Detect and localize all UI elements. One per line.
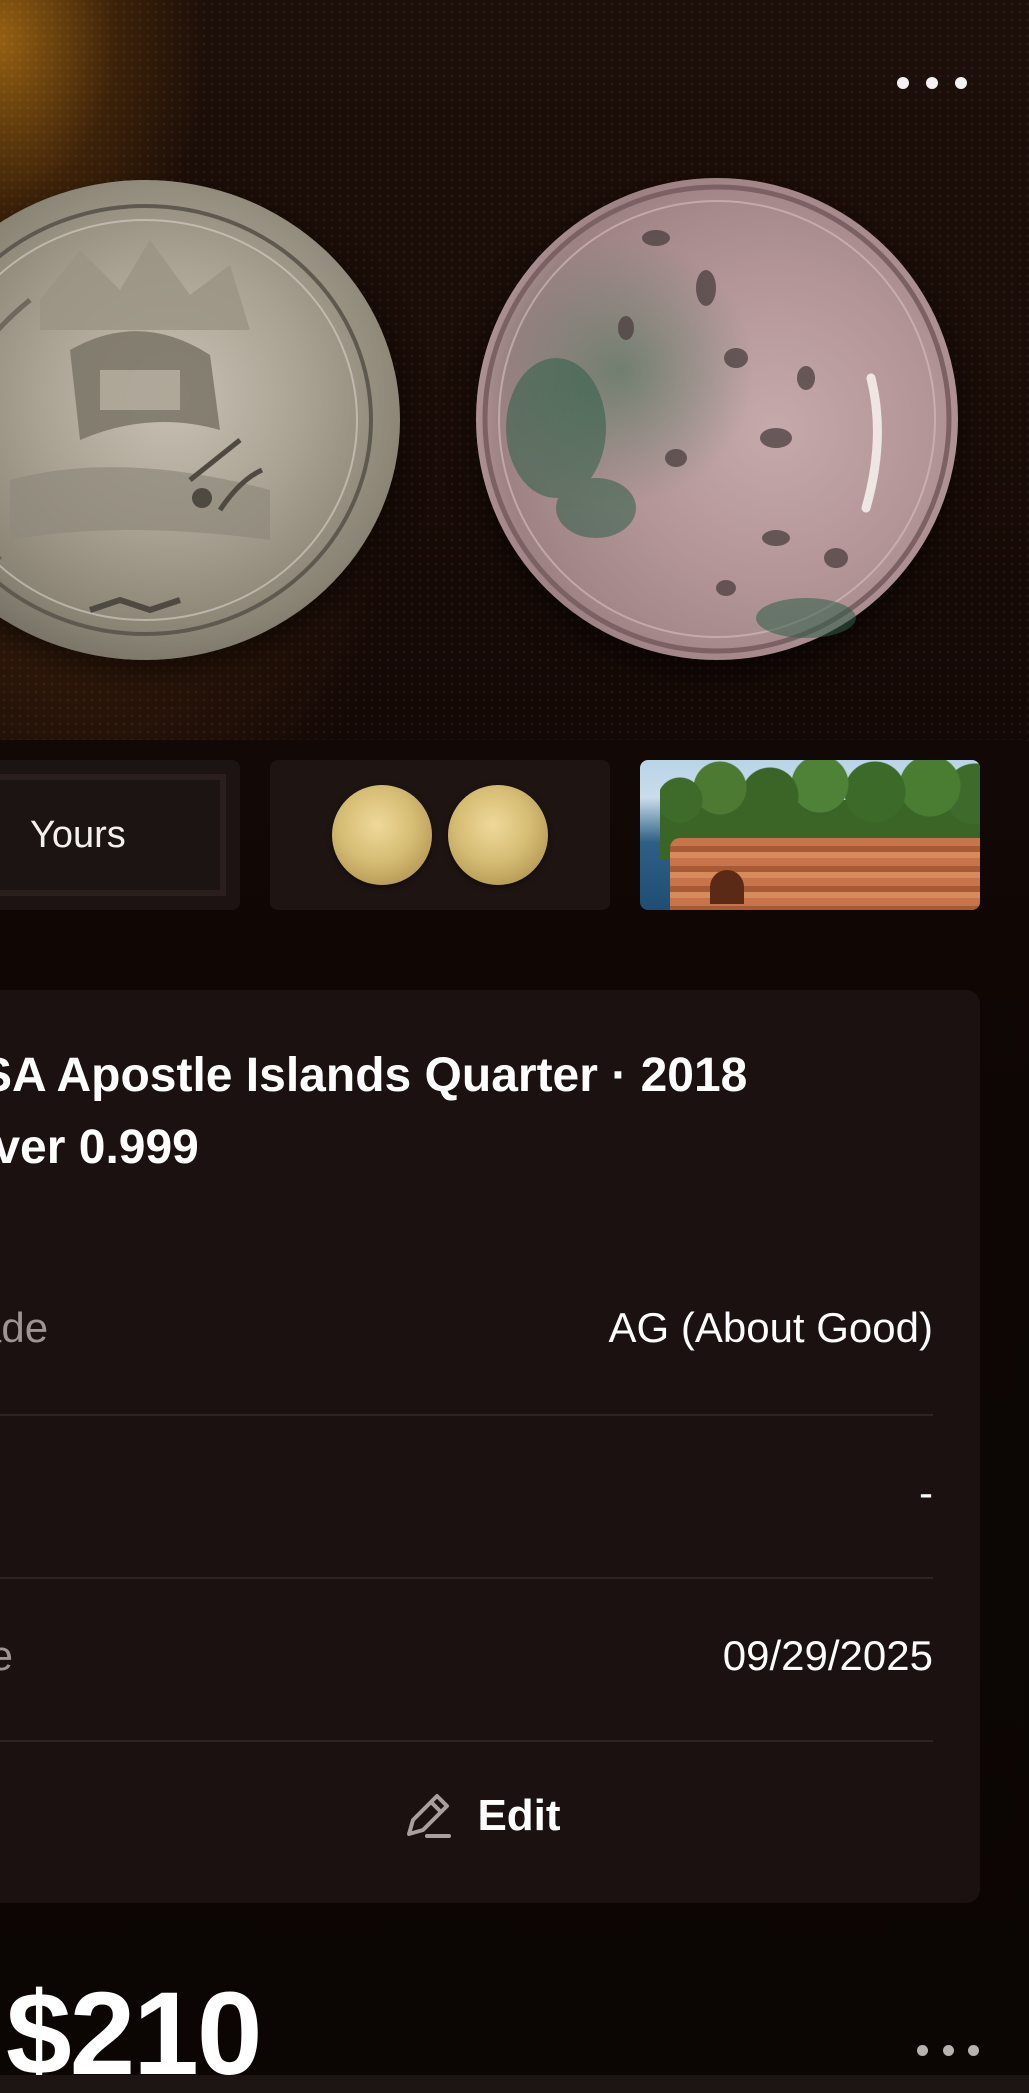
detail-value: AG (About Good)	[608, 1303, 934, 1351]
mini-coin-obverse	[332, 785, 432, 885]
more-options-icon[interactable]	[897, 68, 967, 98]
thumbnail-yours-frame: Yours	[0, 774, 226, 896]
dot	[942, 2044, 954, 2056]
edit-button-label: Edit	[477, 1791, 561, 1840]
coin-reverse-image[interactable]	[476, 178, 958, 660]
dot	[955, 77, 967, 89]
coin-reverse-art	[482, 184, 952, 654]
detail-row-cert[interactable]: t -	[0, 1411, 933, 1574]
price-more-options-icon[interactable]	[917, 2040, 979, 2060]
pencil-icon	[407, 1794, 452, 1838]
coin-obverse-image[interactable]	[0, 180, 400, 660]
detail-label: te	[0, 1631, 14, 1679]
coin-title: SA Apostle Islands Quarter · 2018 lver 0…	[0, 1040, 860, 1184]
dot	[968, 2044, 979, 2056]
coin-details-card: SA Apostle Islands Quarter · 2018 lver 0…	[0, 990, 980, 1903]
detail-value: -	[919, 1468, 933, 1516]
dot	[897, 77, 909, 89]
photo-sea-cave	[710, 870, 744, 904]
coin-title-line-1: SA Apostle Islands Quarter · 2018	[0, 1049, 748, 1102]
thumbnail-yours[interactable]: Yours	[0, 760, 240, 910]
coin-title-line-2: lver 0.999	[0, 1121, 199, 1174]
mini-coin-reverse	[448, 785, 548, 885]
thumbnail-reference-coins[interactable]	[270, 760, 610, 910]
detail-value: 09/29/2025	[722, 1631, 933, 1679]
detail-label: ade	[0, 1303, 49, 1351]
dot	[917, 2044, 928, 2056]
dot	[926, 77, 938, 89]
thumbnail-strip: Yours	[0, 760, 1029, 910]
thumbnail-location-photo[interactable]	[640, 760, 980, 910]
coin-detail-screen: Yours SA Apostle Islands Quarter · 2018 …	[0, 0, 1029, 2093]
thumbnail-yours-label: Yours	[30, 813, 126, 856]
detail-row-grade[interactable]: ade AG (About Good)	[0, 1246, 933, 1409]
detail-row-date[interactable]: te 09/29/2025	[0, 1574, 933, 1737]
bottom-bar	[0, 2075, 1029, 2093]
coin-obverse-art	[0, 204, 373, 636]
edit-button[interactable]: Edit	[0, 1741, 980, 1891]
